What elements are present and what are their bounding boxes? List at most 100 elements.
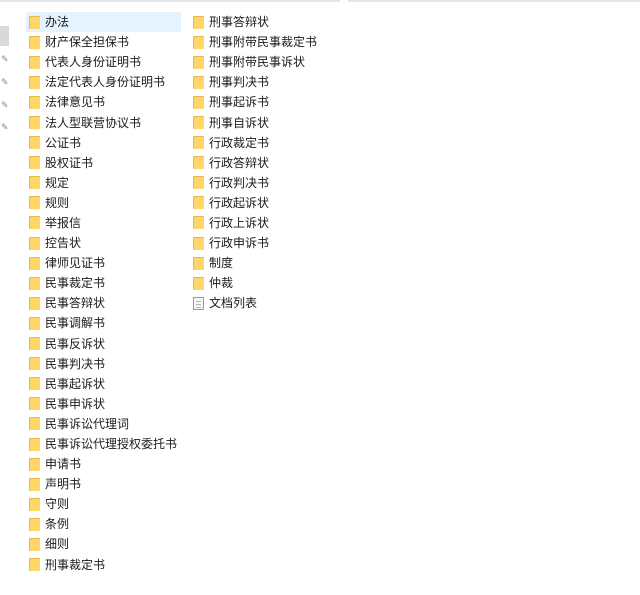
file-name-label: 民事裁定书 (45, 276, 106, 291)
file-list-column-2: 刑事答辩状刑事附带民事裁定书刑事附带民事诉状刑事判决书刑事起诉书刑事自诉状行政裁… (190, 12, 340, 313)
folder-icon (29, 417, 40, 431)
file-list-item[interactable]: 法定代表人身份证明书 (26, 72, 181, 92)
file-list-item[interactable]: 规定 (26, 173, 181, 193)
folder-icon (193, 276, 204, 290)
file-list-item[interactable]: 公证书 (26, 133, 181, 153)
file-list-item[interactable]: 行政判决书 (190, 173, 340, 193)
file-name-label: 股权证书 (45, 155, 94, 170)
file-list-item[interactable]: 条例 (26, 514, 181, 534)
file-name-label: 民事反诉状 (45, 336, 106, 351)
folder-icon (29, 216, 40, 230)
folder-icon (29, 397, 40, 411)
file-list-item[interactable]: 刑事判决书 (190, 72, 340, 92)
folder-icon (193, 116, 204, 130)
file-list-item[interactable]: 民事申诉状 (26, 394, 181, 414)
navigation-selected-item[interactable] (0, 26, 9, 46)
file-list-item[interactable]: 控告状 (26, 233, 181, 253)
file-list-item[interactable]: 刑事起诉书 (190, 92, 340, 112)
folder-icon (29, 357, 40, 371)
file-list-item[interactable]: 行政申诉书 (190, 233, 340, 253)
folder-icon (29, 196, 40, 210)
file-list-item[interactable]: 声明书 (26, 474, 181, 494)
file-list-item[interactable]: 细则 (26, 534, 181, 554)
document-icon (193, 296, 204, 310)
file-name-label: 条例 (45, 517, 70, 532)
file-name-label: 刑事附带民事裁定书 (209, 35, 318, 50)
file-list-item[interactable]: 举报信 (26, 213, 181, 233)
folder-icon (29, 236, 40, 250)
folder-icon (29, 477, 40, 491)
pin-icon[interactable]: ✎ (1, 55, 9, 65)
file-list-item[interactable]: 行政裁定书 (190, 133, 340, 153)
file-list-item[interactable]: 民事答辩状 (26, 293, 181, 313)
folder-icon (29, 15, 40, 29)
file-name-label: 民事判决书 (45, 356, 106, 371)
file-name-label: 代表人身份证明书 (45, 55, 142, 70)
file-list-item[interactable]: 行政上诉状 (190, 213, 340, 233)
folder-icon (29, 95, 40, 109)
file-list-item[interactable]: 民事判决书 (26, 354, 181, 374)
file-name-label: 民事起诉状 (45, 376, 106, 391)
file-list-item[interactable]: 制度 (190, 253, 340, 273)
file-list-item[interactable]: 刑事自诉状 (190, 112, 340, 132)
file-explorer-window: ✎ ✎ ✎ ✎ 办法财产保全担保书代表人身份证明书法定代表人身份证明书 法律意见书… (0, 0, 640, 595)
file-list-item[interactable]: 民事调解书 (26, 313, 181, 333)
file-list-item[interactable]: 律师见证书 (26, 253, 181, 273)
pin-icon[interactable]: ✎ (1, 101, 9, 111)
file-name-label: 民事调解书 (45, 316, 106, 331)
file-list-item[interactable]: 刑事附带民事裁定书 (190, 32, 340, 52)
folder-icon (29, 75, 40, 89)
file-list-item[interactable]: 行政答辩状 (190, 153, 340, 173)
file-name-label: 规则 (45, 195, 70, 210)
file-list-item[interactable]: 法律意见书 (26, 92, 181, 112)
file-name-label: 守则 (45, 497, 70, 512)
file-name-label: 刑事判决书 (209, 75, 270, 90)
file-name-label: 申请书 (45, 457, 82, 472)
file-name-label: 法人型联营协议书 (45, 115, 142, 130)
file-name-label: 法律意见书 (45, 95, 106, 110)
file-name-label: 制度 (209, 256, 234, 271)
folder-icon (193, 136, 204, 150)
file-list-item[interactable]: 刑事裁定书 (26, 555, 181, 575)
file-name-label: 文档列表 (209, 296, 258, 311)
file-name-label: 举报信 (45, 215, 82, 230)
folder-icon (193, 216, 204, 230)
file-list-item[interactable]: 刑事答辩状 (190, 12, 340, 32)
file-list-item[interactable]: 民事反诉状 (26, 334, 181, 354)
file-list-item[interactable]: 申请书 (26, 454, 181, 474)
file-name-label: 民事诉讼代理授权委托书 (45, 437, 178, 452)
file-name-label: 仲裁 (209, 276, 234, 291)
pin-icon[interactable]: ✎ (1, 78, 9, 88)
file-name-label: 办法 (45, 15, 70, 30)
file-list-item[interactable]: 文档列表 (190, 293, 340, 313)
folder-icon (193, 55, 204, 69)
file-list-item[interactable]: 财产保全担保书 (26, 32, 181, 52)
file-list-item[interactable]: 规则 (26, 193, 181, 213)
top-border (0, 0, 640, 2)
file-list-item[interactable]: 行政起诉状 (190, 193, 340, 213)
file-list-item[interactable]: 代表人身份证明书 (26, 52, 181, 72)
file-list-item[interactable]: 法人型联营协议书 (26, 112, 181, 132)
file-list-item[interactable]: 民事诉讼代理词 (26, 414, 181, 434)
folder-icon (29, 437, 40, 451)
file-list-item[interactable]: 民事裁定书 (26, 273, 181, 293)
folder-icon (193, 156, 204, 170)
file-list-item[interactable]: 守则 (26, 494, 181, 514)
folder-icon (29, 156, 40, 170)
file-list-item[interactable]: 仲裁 (190, 273, 340, 293)
file-list-item[interactable]: 办法 (26, 12, 181, 33)
file-list-item[interactable]: 民事起诉状 (26, 374, 181, 394)
file-name-label: 行政起诉状 (209, 195, 270, 210)
file-name-label: 法定代表人身份证明书 (45, 75, 166, 90)
file-name-label: 声明书 (45, 477, 82, 492)
pin-icon[interactable]: ✎ (1, 123, 9, 133)
folder-icon (29, 457, 40, 471)
file-list-item[interactable]: 民事诉讼代理授权委托书 (26, 434, 181, 454)
folder-icon (29, 296, 40, 310)
navigation-pane-edge: ✎ ✎ ✎ ✎ (0, 2, 14, 595)
folder-icon (193, 15, 204, 29)
folder-icon (29, 256, 40, 270)
file-list-item[interactable]: 股权证书 (26, 153, 181, 173)
file-name-label: 刑事自诉状 (209, 115, 270, 130)
file-list-item[interactable]: 刑事附带民事诉状 (190, 52, 340, 72)
